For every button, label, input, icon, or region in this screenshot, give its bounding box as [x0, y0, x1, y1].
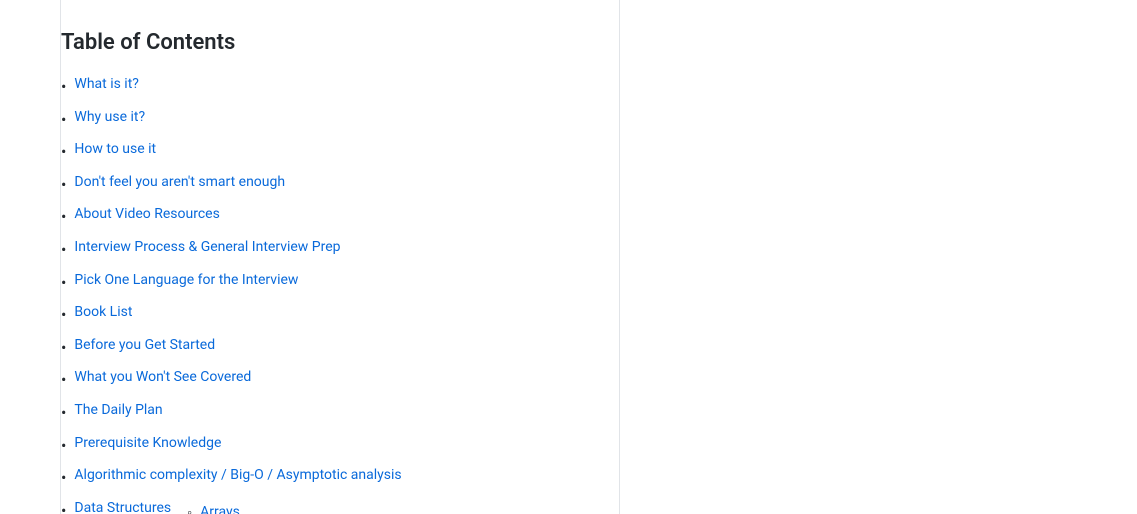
list-item: Why use it? — [61, 106, 579, 133]
toc-link-5[interactable]: Interview Process & General Interview Pr… — [74, 236, 340, 258]
toc-link-12[interactable]: Algorithmic complexity / Big-O / Asympto… — [74, 464, 401, 486]
toc-link-11[interactable]: Prerequisite Knowledge — [74, 432, 221, 454]
toc-heading: Table of Contents — [61, 20, 579, 55]
list-item: Don't feel you aren't smart enough — [61, 171, 579, 198]
toc-sublink-13-0[interactable]: Arrays — [200, 501, 240, 514]
list-item: Algorithmic complexity / Big-O / Asympto… — [61, 464, 579, 491]
list-item: Interview Process & General Interview Pr… — [61, 236, 579, 263]
list-item: Prerequisite Knowledge — [61, 432, 579, 459]
toc-link-4[interactable]: About Video Resources — [74, 203, 219, 225]
toc-link-10[interactable]: The Daily Plan — [74, 399, 162, 421]
list-item: About Video Resources — [61, 203, 579, 230]
right-margin — [620, 0, 1137, 514]
toc-link-13[interactable]: Data Structures — [74, 497, 171, 514]
sublist-container: ArraysLinked ListsStack — [187, 497, 274, 514]
content-area: Table of Contents What is it? Why use it?… — [60, 0, 620, 514]
list-item: How to use it — [61, 138, 579, 165]
toc-link-7[interactable]: Book List — [74, 301, 132, 323]
toc-link-9[interactable]: What you Won't See Covered — [74, 366, 251, 388]
list-item: The Daily Plan — [61, 399, 579, 426]
list-item: Arrays — [187, 501, 274, 514]
list-item: Data Structures ArraysLinked ListsStack — [61, 497, 579, 514]
list-item: What you Won't See Covered — [61, 366, 579, 393]
toc-sublist: ArraysLinked ListsStack — [187, 501, 274, 514]
list-item: Book List — [61, 301, 579, 328]
toc-link-6[interactable]: Pick One Language for the Interview — [74, 269, 298, 291]
toc-link-3[interactable]: Don't feel you aren't smart enough — [74, 171, 285, 193]
toc-list: What is it? Why use it? How to use it Don't… — [61, 73, 579, 514]
page-wrapper: Table of Contents What is it? Why use it?… — [0, 0, 1137, 514]
list-item: Pick One Language for the Interview — [61, 269, 579, 296]
left-margin — [0, 0, 60, 514]
toc-link-2[interactable]: How to use it — [74, 138, 156, 160]
list-item: Before you Get Started — [61, 334, 579, 361]
toc-link-8[interactable]: Before you Get Started — [74, 334, 215, 356]
toc-link-0[interactable]: What is it? — [74, 73, 139, 95]
list-item: What is it? — [61, 73, 579, 100]
toc-link-1[interactable]: Why use it? — [74, 106, 145, 128]
